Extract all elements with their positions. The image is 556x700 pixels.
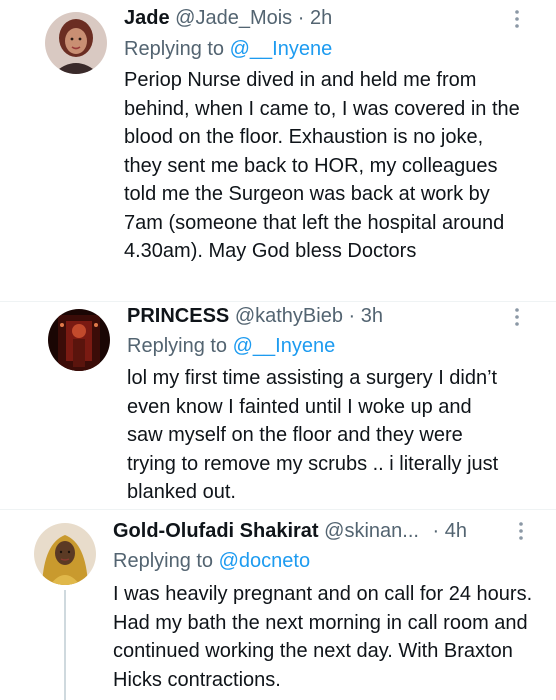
timestamp[interactable]: 3h [361,305,383,327]
user-handle[interactable]: @Jade_Mois [175,7,292,29]
tweet-text: I was heavily pregnant and on call for 2… [113,583,533,691]
tweet-text: lol my first time assisting a surgery I … [127,367,499,503]
timestamp[interactable]: 2h [310,7,332,29]
avatar[interactable] [45,12,107,74]
avatar[interactable] [48,309,110,371]
avatar-image [34,523,96,585]
tweet-header: Gold-Olufadi Shakirat @skinan... · 4h [113,518,467,544]
mention-link[interactable]: @__Inyene [230,38,333,60]
separator-dot: · [348,305,356,327]
tweet-jade[interactable]: Jade @Jade_Mois · 2h Replying to @__Inye… [0,0,556,300]
user-handle[interactable]: @skinan... [324,520,419,542]
replying-to-label: Replying to [113,550,214,572]
tweet-gold-olufadi[interactable]: Gold-Olufadi Shakirat @skinan... · 4h Re… [0,510,556,700]
tweet-header: Jade @Jade_Mois · 2h [124,5,332,31]
display-name[interactable]: Gold-Olufadi Shakirat [113,520,319,542]
tweet-text: Periop Nurse dived in and held me from b… [124,69,520,262]
replying-to-label: Replying to [124,38,225,60]
avatar-image [48,309,110,371]
separator-dot: · [297,7,305,29]
tweet-header: PRINCESS @kathyBieb · 3h [127,303,383,329]
replying-to: Replying to @__Inyene [127,333,335,359]
mention-link[interactable]: @__Inyene [233,335,336,357]
more-vertical-icon[interactable] [510,520,532,542]
avatar-image [45,12,107,74]
user-handle[interactable]: @kathyBieb [235,305,343,327]
display-name[interactable]: PRINCESS [127,305,229,327]
more-vertical-icon[interactable] [506,306,528,328]
thread-line [64,590,66,700]
replying-to: Replying to @docneto [113,548,310,574]
mention-link[interactable]: @docneto [219,550,310,572]
replying-to: Replying to @__Inyene [124,36,332,62]
replying-to-label: Replying to [127,335,228,357]
separator-dot: · [432,520,440,542]
timestamp[interactable]: 4h [445,520,467,542]
avatar[interactable] [34,523,96,585]
display-name[interactable]: Jade [124,7,170,29]
tweet-princess[interactable]: PRINCESS @kathyBieb · 3h Replying to @__… [0,302,556,508]
more-vertical-icon[interactable] [506,8,528,30]
